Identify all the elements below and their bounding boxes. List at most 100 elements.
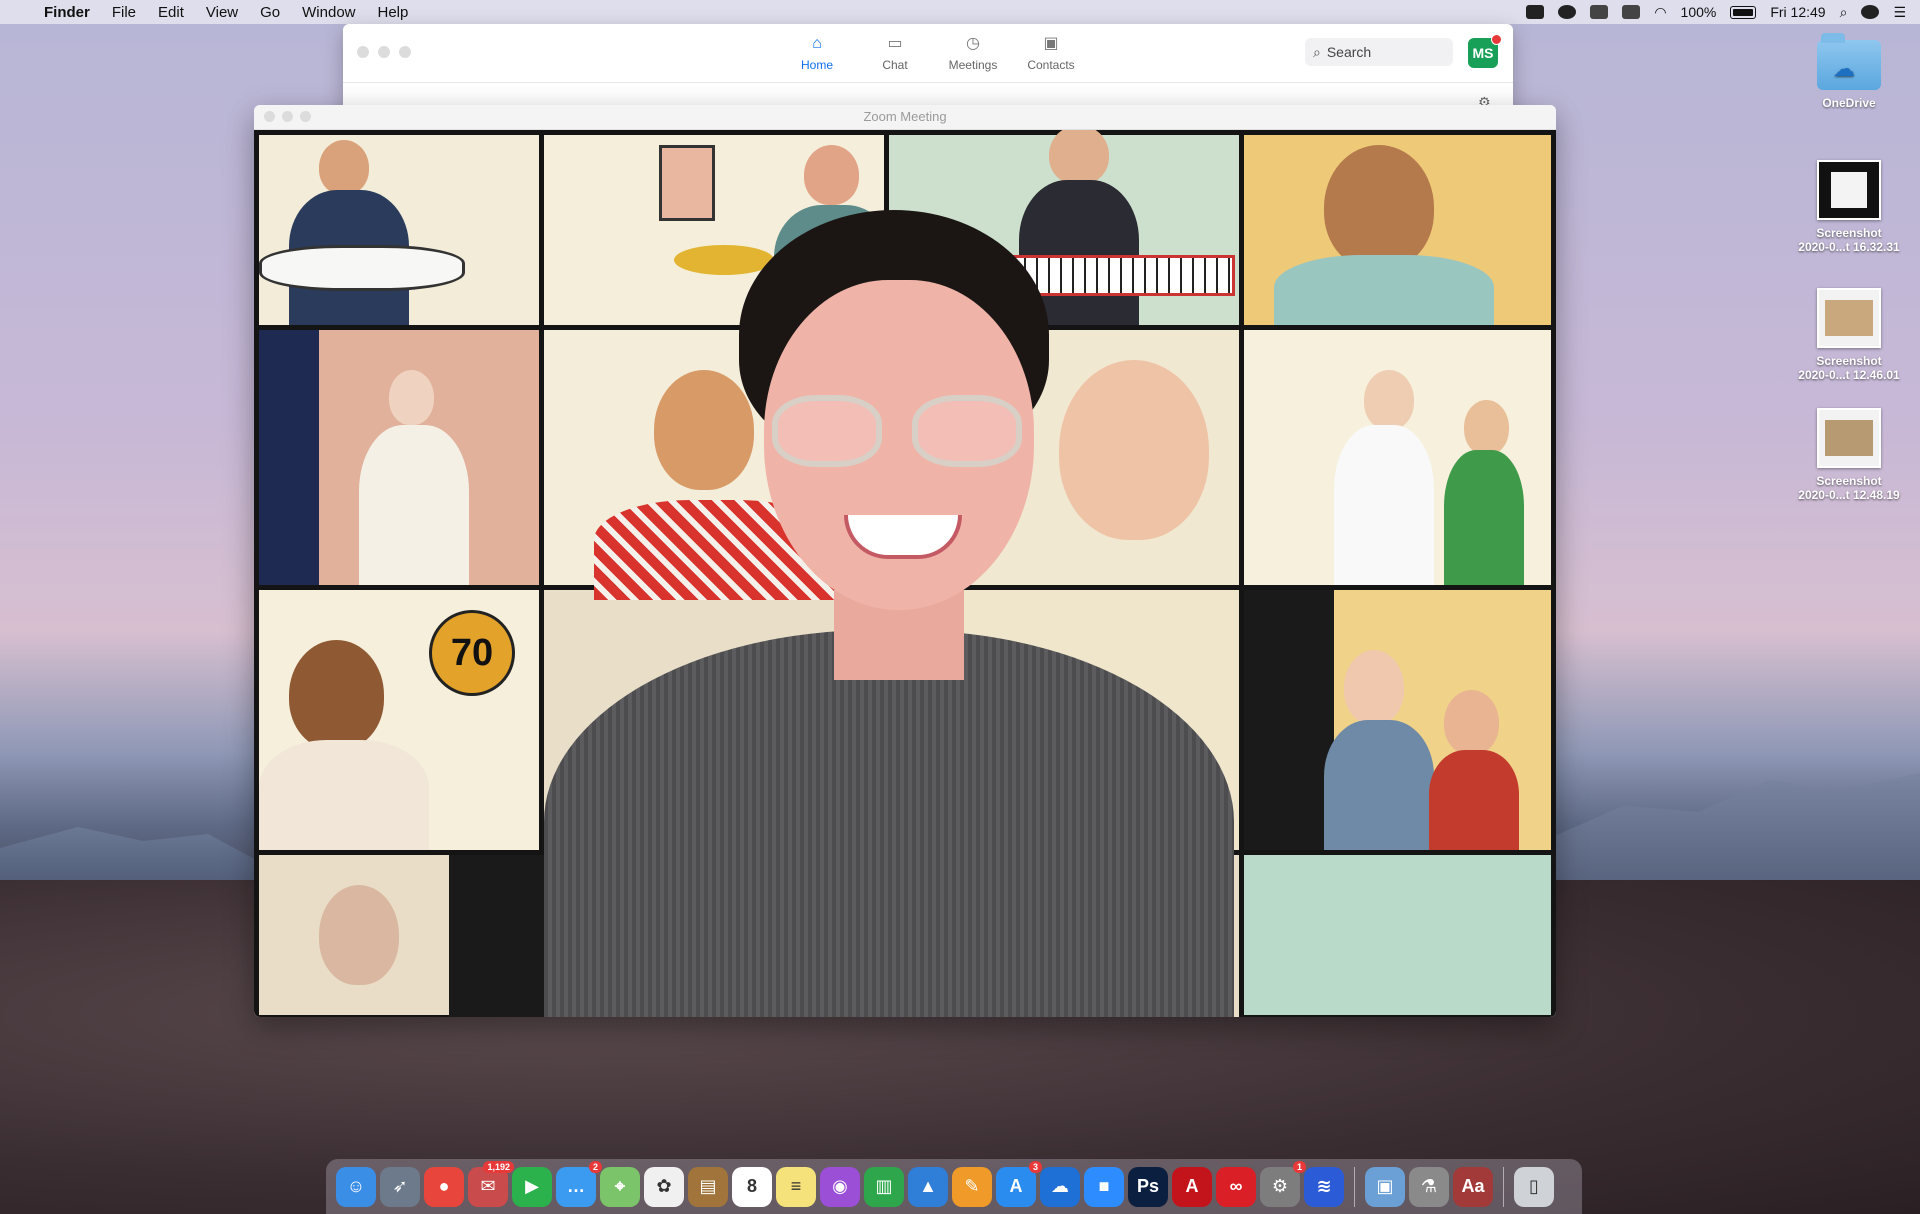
maps-app-icon: ⌖ <box>614 1176 626 1196</box>
participant-video <box>544 210 1234 1017</box>
app-badge: 3 <box>1028 1160 1042 1173</box>
desktop-icon-screenshot-1[interactable]: Screenshot 2020-0...t 16.32.31 <box>1789 160 1909 254</box>
dictionary-app[interactable]: Aa <box>1453 1166 1493 1207</box>
header-divider <box>343 82 1513 83</box>
facetime-app-icon: ▶ <box>525 1176 539 1196</box>
finder-app[interactable]: ☺ <box>336 1166 376 1207</box>
systemprefs-app[interactable]: ⚙ 1 <box>1260 1160 1306 1207</box>
finder-app-icon: ☺ <box>346 1176 366 1196</box>
menu-file[interactable]: File <box>112 4 136 21</box>
menu-edit[interactable]: Edit <box>158 4 184 21</box>
wifi-icon[interactable]: ◠ <box>1654 4 1666 21</box>
preview-app[interactable]: ▣ <box>1365 1166 1405 1207</box>
pages-app[interactable]: ✎ <box>952 1166 992 1207</box>
bg-tile-guitarist <box>254 130 544 330</box>
participant-glasses <box>772 395 1032 475</box>
zoom-app[interactable]: ■ <box>1084 1166 1124 1207</box>
minimize-button[interactable] <box>378 46 390 58</box>
notebook-app-icon: ▤ <box>699 1176 717 1196</box>
tab-contacts[interactable]: ▣ Contacts <box>1017 32 1085 72</box>
pages-app-icon: ✎ <box>964 1176 980 1196</box>
tab-contacts-label: Contacts <box>1027 58 1075 72</box>
meeting-title: Zoom Meeting <box>863 109 947 124</box>
video-feed[interactable]: 70 <box>254 130 1556 1017</box>
menu-bar: Finder File Edit View Go Window Help ◠ 1… <box>0 0 1920 24</box>
photoshop-app-icon: Ps <box>1136 1176 1160 1196</box>
preview-app-icon: ▣ <box>1376 1176 1394 1196</box>
desktop-icon-label: Screenshot <box>1816 354 1882 368</box>
keynote-app[interactable]: ▲ <box>908 1166 948 1207</box>
bg-tile-couple <box>1239 585 1556 860</box>
launchpad-app[interactable]: ➶ <box>380 1166 420 1207</box>
podcasts-app[interactable]: ◉ <box>820 1166 860 1207</box>
podcasts-app-icon: ◉ <box>832 1176 848 1196</box>
spotlight-icon[interactable]: ⌕ <box>1840 4 1848 21</box>
creativecloud-app-icon: ∞ <box>1229 1176 1243 1196</box>
menu-view[interactable]: View <box>206 4 238 21</box>
script-app[interactable]: ⚗ <box>1409 1166 1449 1207</box>
app-badge: 1 <box>1292 1160 1306 1173</box>
bg-tile-grandpa <box>254 850 549 1017</box>
battery-icon[interactable] <box>1730 5 1757 19</box>
tab-meetings[interactable]: ◷ Meetings <box>939 32 1007 72</box>
dock-separator <box>1503 1166 1504 1207</box>
appstore-app[interactable]: A3 <box>996 1160 1042 1207</box>
facetime-app[interactable]: ▶ <box>512 1166 552 1207</box>
photos-app[interactable]: ✿ <box>644 1166 684 1207</box>
chrome-app[interactable]: ● <box>424 1166 464 1207</box>
menu-help[interactable]: Help <box>378 4 409 21</box>
app-badge: 1,192 <box>483 1160 514 1173</box>
close-button[interactable] <box>357 46 369 58</box>
siri-icon[interactable] <box>1861 5 1880 19</box>
airplay-icon[interactable] <box>1622 5 1641 19</box>
scanner-app-icon: ≋ <box>1316 1176 1332 1196</box>
acrobat-app[interactable]: A <box>1172 1166 1212 1207</box>
menu-window[interactable]: Window <box>302 4 355 21</box>
desktop-icon-screenshot-3[interactable]: Screenshot 2020-0...t 12.48.19 <box>1789 408 1909 502</box>
script-app-icon: ⚗ <box>1420 1176 1438 1196</box>
meeting-minimize-button[interactable] <box>282 111 293 122</box>
calendar-app[interactable]: 8 <box>732 1166 772 1207</box>
calendar-app-icon: 8 <box>746 1176 757 1196</box>
clock-icon: ◷ <box>966 35 980 52</box>
tab-home-label: Home <box>800 58 833 72</box>
meeting-window-controls <box>264 111 311 122</box>
bg-tile-birthday: 70 <box>254 585 544 860</box>
tab-home[interactable]: ⌂ Home <box>783 32 851 72</box>
notes-app[interactable]: ≡ <box>776 1166 816 1207</box>
keynote-app-icon: ▲ <box>919 1176 937 1196</box>
notebook-app[interactable]: ▤ <box>688 1166 728 1207</box>
onedrive-app[interactable]: ☁ <box>1040 1166 1080 1207</box>
photoshop-app[interactable]: Ps <box>1128 1166 1168 1207</box>
dock: ☺ ➶ ● ✉ 1,192 ▶ … 2 ⌖ ✿ ▤ 8 ≡ ◉ ▥ ▲ ✎ A 3 ☁ ■ Ps A ∞ ⚙ 1 ≋ ▣ ⚗ Aa ▯ <box>326 1159 1582 1214</box>
meeting-close-button[interactable] <box>264 111 275 122</box>
zoom-status-icon[interactable] <box>1526 5 1545 19</box>
maps-app[interactable]: ⌖ <box>600 1166 640 1207</box>
dock-separator <box>1354 1166 1355 1207</box>
avatar-initials: MS <box>1472 45 1494 61</box>
desktop-icon-onedrive[interactable]: ☁ OneDrive <box>1789 33 1909 110</box>
numbers-app[interactable]: ▥ <box>864 1166 904 1207</box>
cloud-status-icon[interactable] <box>1590 5 1609 19</box>
messages-app-icon: … <box>567 1176 585 1196</box>
notification-center-icon[interactable]: ☰ <box>1893 4 1906 21</box>
participant-shirt <box>544 630 1234 1017</box>
desktop-icon-sublabel: 2020-0...t 16.32.31 <box>1798 240 1900 254</box>
stamps-app[interactable]: ✉ 1,192 <box>468 1160 514 1207</box>
trash-app[interactable]: ▯ <box>1514 1166 1554 1207</box>
menu-clock[interactable]: Fri 12:49 <box>1770 4 1825 20</box>
scanner-app[interactable]: ≋ <box>1304 1166 1344 1207</box>
avatar[interactable]: MS <box>1468 34 1502 68</box>
desktop-icon-screenshot-2[interactable]: Screenshot 2020-0...t 12.46.01 <box>1789 288 1909 382</box>
meeting-maximize-button[interactable] <box>300 111 311 122</box>
tab-chat-label: Chat <box>882 58 908 72</box>
desktop-icon-sublabel: 2020-0...t 12.46.01 <box>1798 368 1900 382</box>
menu-go[interactable]: Go <box>260 4 280 21</box>
menu-app-name[interactable]: Finder <box>44 4 90 21</box>
tab-chat[interactable]: ▭ Chat <box>861 32 929 72</box>
creative-cloud-status-icon[interactable] <box>1558 5 1577 19</box>
search-input[interactable]: ⌕ Search <box>1305 38 1453 66</box>
creativecloud-app[interactable]: ∞ <box>1216 1166 1256 1207</box>
messages-app[interactable]: … 2 <box>556 1160 602 1207</box>
maximize-button[interactable] <box>399 46 411 58</box>
